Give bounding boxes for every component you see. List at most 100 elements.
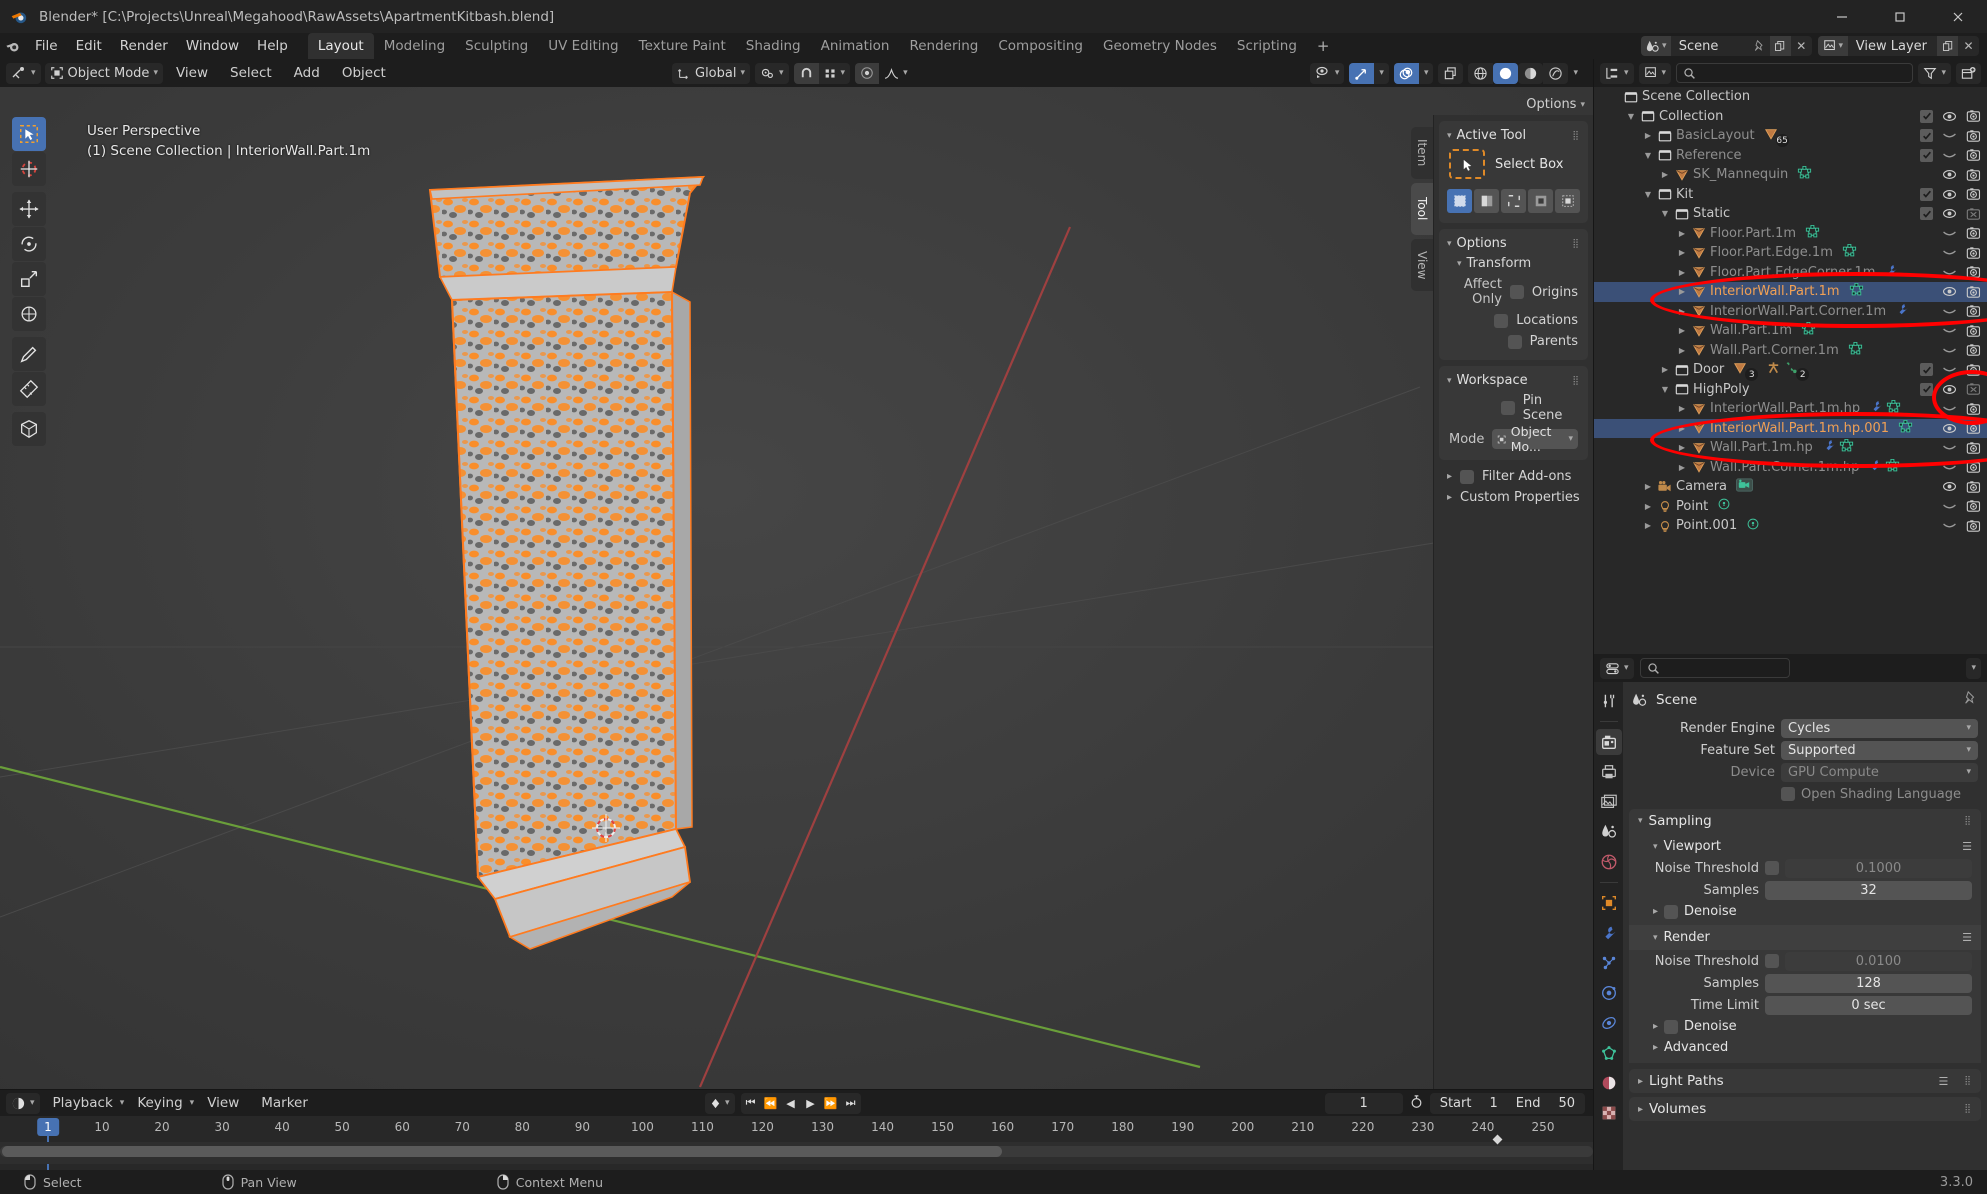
exclude-checkbox[interactable] (1920, 363, 1933, 377)
outliner-row-interiorwall-part-1m-hp-001[interactable]: ▶ InteriorWall.Part.1m.hp.001 (1594, 418, 1987, 438)
hide-in-viewport-icon[interactable] (1942, 188, 1957, 201)
tab-shading[interactable]: Shading (736, 33, 811, 59)
outliner-editor[interactable]: ▾ ▾ ▾ Scene Collection ▼ Collection ▶ BasicL… (1593, 59, 1987, 654)
outliner-filter-button[interactable]: ▾ (1918, 62, 1951, 84)
viewport-noise-value-field[interactable]: 0.1000 (1785, 858, 1972, 878)
disable-in-renders-icon[interactable] (1966, 460, 1981, 474)
properties-editor-type-button[interactable]: ▾ (1600, 657, 1634, 679)
outliner-row-sk-mannequin[interactable]: ▶ SK_Mannequin (1594, 165, 1987, 185)
options-header[interactable]: ▾ Options ⣿ (1439, 234, 1588, 253)
timeline-playhead[interactable]: 1 (37, 1118, 59, 1136)
tab-compositing[interactable]: Compositing (988, 33, 1093, 59)
tool-annotate[interactable] (12, 337, 46, 371)
disable-in-renders-icon[interactable] (1966, 265, 1981, 279)
tool-measure[interactable] (12, 372, 46, 406)
disable-in-renders-icon[interactable] (1966, 148, 1981, 162)
maximize-button[interactable] (1871, 0, 1929, 33)
prev-keyframe-button[interactable]: ⏪ (760, 1092, 781, 1114)
tab-world-properties[interactable] (1596, 849, 1622, 875)
menu-window[interactable]: Window (177, 35, 248, 57)
outliner-row-floor-part-edge-1m[interactable]: ▶ Floor.Part.Edge.1m (1594, 243, 1987, 263)
outliner-display-mode-selector[interactable]: ▾ (1638, 62, 1672, 84)
tab-object-data-properties[interactable] (1596, 1040, 1622, 1066)
tab-viewlayer-properties[interactable] (1596, 789, 1622, 815)
tab-rendering[interactable]: Rendering (899, 33, 988, 59)
delete-viewlayer-icon[interactable]: ✕ (1958, 36, 1979, 56)
play-button[interactable]: ▶ (800, 1092, 821, 1114)
auto-key-icon[interactable] (1409, 1094, 1424, 1113)
n-tab-tool[interactable]: Tool (1411, 183, 1433, 235)
tab-texture-properties[interactable] (1596, 1100, 1622, 1126)
object-mode-selector[interactable]: Object Mode ▾ (44, 62, 163, 84)
tab-sculpting[interactable]: Sculpting (455, 33, 538, 59)
hide-in-viewport-icon[interactable] (1942, 266, 1957, 279)
scene-selector[interactable]: ▾ Scene ✕ (1640, 36, 1812, 56)
outliner-row-floor-part-1m[interactable]: ▶ Floor.Part.1m (1594, 224, 1987, 244)
disable-in-renders-icon[interactable] (1966, 285, 1981, 299)
properties-search-input[interactable] (1639, 658, 1790, 678)
disclosure-triangle[interactable]: ▶ (1640, 482, 1656, 491)
disclosure-triangle[interactable]: ▼ (1640, 190, 1656, 199)
scene-name[interactable]: Scene (1670, 38, 1749, 54)
disclosure-triangle[interactable]: ▶ (1674, 424, 1690, 433)
outliner-row-collection[interactable]: ▼ Collection (1594, 107, 1987, 127)
menu-file[interactable]: File (26, 35, 67, 57)
menu-edit[interactable]: Edit (67, 35, 111, 57)
outliner-tree[interactable]: Scene Collection ▼ Collection ▶ BasicLayout 6… (1594, 87, 1987, 654)
keyframe-type-selector[interactable]: ▾ (705, 1092, 735, 1114)
falloff-selector[interactable]: ▾ (879, 63, 913, 84)
tool-move[interactable] (12, 192, 46, 226)
outliner-row-wall-part-corner-1m[interactable]: ▶ Wall.Part.Corner.1m (1594, 341, 1987, 361)
viewport-samples-field[interactable]: 32 (1765, 880, 1972, 900)
mode-subtract-icon[interactable] (1501, 189, 1526, 213)
hide-in-viewport-icon[interactable] (1942, 461, 1957, 474)
tab-render-properties[interactable] (1595, 729, 1622, 755)
tab-modifier-properties[interactable] (1596, 920, 1622, 946)
xray-toggle-icon[interactable] (1438, 62, 1464, 84)
outliner-row-floor-part-edgecorner-1m[interactable]: ▶ Floor.Part.EdgeCorner.1m (1594, 263, 1987, 283)
disclosure-triangle[interactable]: ▶ (1674, 326, 1690, 335)
viewport-denoise-checkbox[interactable] (1664, 904, 1679, 919)
viewport-canvas[interactable]: User Perspective (1) Scene Collection | … (0, 87, 1593, 1089)
new-viewlayer-icon[interactable] (1937, 36, 1958, 56)
origins-checkbox[interactable] (1509, 285, 1524, 299)
exclude-checkbox[interactable] (1920, 187, 1933, 201)
disable-in-renders-icon[interactable] (1966, 304, 1981, 318)
timeline-menu-marker[interactable]: Marker (252, 1093, 317, 1113)
osl-checkbox[interactable] (1781, 787, 1795, 801)
minimize-button[interactable] (1813, 0, 1871, 33)
editor-type-button[interactable]: ▾ (6, 62, 41, 84)
feature-set-dropdown[interactable]: Supported ▾ (1781, 740, 1978, 760)
disable-in-renders-icon[interactable] (1966, 246, 1981, 260)
hide-in-viewport-icon[interactable] (1942, 168, 1957, 181)
timeline-editor-type-button[interactable]: ▾ (6, 1092, 40, 1114)
outliner-row-point[interactable]: ▶ Point (1594, 497, 1987, 517)
properties-options-dropdown[interactable]: ▾ (1966, 657, 1981, 679)
shading-options-selector[interactable]: ▾ (1568, 63, 1583, 84)
render-noise-checkbox[interactable] (1765, 954, 1779, 968)
outliner-row-reference[interactable]: ▼ Reference (1594, 146, 1987, 166)
render-samples-field[interactable]: 128 (1765, 973, 1972, 993)
viewport-menu-object[interactable]: Object (333, 63, 395, 83)
jump-to-end-button[interactable]: ⏭ (840, 1092, 861, 1114)
mode-set-icon[interactable] (1447, 189, 1472, 213)
outliner-row-camera[interactable]: ▶ Camera (1594, 477, 1987, 497)
exclude-checkbox[interactable] (1920, 148, 1933, 162)
disclosure-triangle[interactable]: ▶ (1674, 307, 1690, 316)
preset-list-icon[interactable]: ☰ (1962, 840, 1972, 853)
hide-in-viewport-icon[interactable] (1942, 480, 1957, 493)
disable-in-renders-icon[interactable] (1966, 129, 1981, 143)
workspace-mode-dropdown[interactable]: Object Mo... ▾ (1492, 424, 1578, 454)
exclude-checkbox[interactable] (1920, 382, 1933, 396)
hide-in-viewport-icon[interactable] (1942, 207, 1957, 220)
hide-in-viewport-icon[interactable] (1942, 324, 1957, 337)
timeline-editor[interactable]: ▾ Playback ▾ Keying ▾ View Marker ▾ ⏮ ⏪ … (0, 1089, 1593, 1191)
disclosure-triangle[interactable]: ▶ (1640, 131, 1656, 140)
snap-magnet-icon[interactable] (793, 62, 819, 84)
mode-extend-icon[interactable] (1474, 189, 1499, 213)
current-frame-field[interactable]: 1 (1324, 1092, 1403, 1114)
pin-scene-icon[interactable] (1749, 36, 1770, 56)
outliner-row-wall-part-1m-hp[interactable]: ▶ Wall.Part.1m.hp (1594, 438, 1987, 458)
viewport-menu-select[interactable]: Select (221, 63, 281, 83)
sampling-panel-header[interactable]: ▾ Sampling ⣿ (1629, 809, 1981, 833)
